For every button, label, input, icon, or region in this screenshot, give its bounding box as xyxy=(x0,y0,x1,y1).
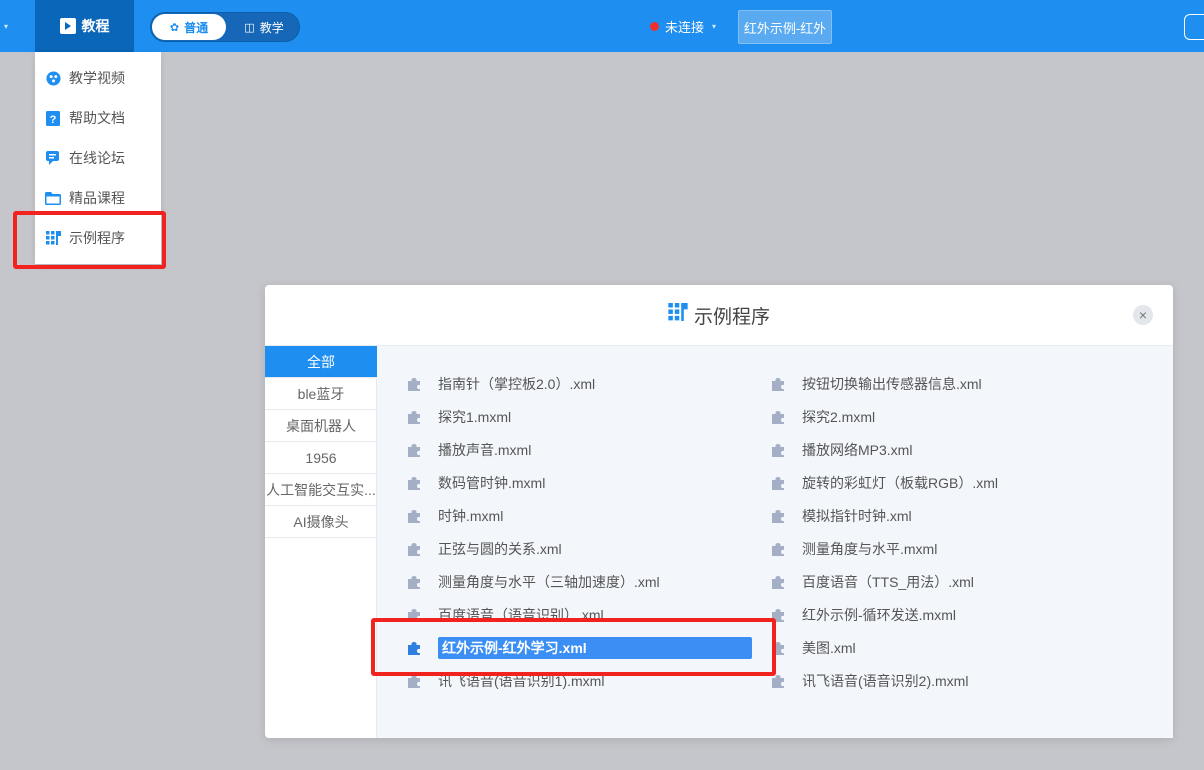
right-toolbar-button[interactable] xyxy=(1184,14,1204,40)
menu-item-label: 在线论坛 xyxy=(69,150,125,166)
file-item[interactable]: 测量角度与水平（三轴加速度）.xml xyxy=(407,571,660,593)
file-name: 按钮切换输出传感器信息.xml xyxy=(802,376,982,392)
category-1956[interactable]: 1956 xyxy=(265,442,377,474)
current-file-label: 红外示例-红外 xyxy=(743,20,827,36)
mode-normal-label: 普通 xyxy=(184,20,209,35)
file-name: 旋转的彩虹灯（板载RGB）.xml xyxy=(802,475,998,491)
dialog-header: 示例程序 xyxy=(265,285,1173,346)
file-name: 测量角度与水平（三轴加速度）.xml xyxy=(438,574,660,590)
left-menu-fragment[interactable]: ▾ xyxy=(0,18,8,32)
puzzle-icon xyxy=(771,575,785,589)
menu-item-label: 精品课程 xyxy=(69,190,125,206)
menu-item-label: 帮助文档 xyxy=(69,110,125,126)
file-item[interactable]: 旋转的彩虹灯（板载RGB）.xml xyxy=(771,472,998,494)
highlight-box-menu xyxy=(13,211,166,269)
connection-status[interactable]: 未连接 ▾ xyxy=(650,17,716,36)
file-item[interactable]: 播放声音.mxml xyxy=(407,439,531,461)
puzzle-icon xyxy=(771,542,785,556)
file-name: 测量角度与水平.mxml xyxy=(802,541,938,557)
category-ble[interactable]: ble蓝牙 xyxy=(265,378,377,410)
file-item[interactable]: 指南针（掌控板2.0）.xml xyxy=(407,373,595,395)
file-name: 指南针（掌控板2.0）.xml xyxy=(438,376,596,392)
file-name: 探究1.mxml xyxy=(438,409,512,425)
puzzle-icon xyxy=(407,509,421,523)
connection-label: 未连接 xyxy=(665,20,705,35)
puzzle-icon xyxy=(771,410,785,424)
file-item[interactable]: 正弦与圆的关系.xml xyxy=(407,538,562,560)
category-desktop-robot[interactable]: 桌面机器人 xyxy=(265,410,377,442)
menu-item-help-doc[interactable]: ? 帮助文档 xyxy=(35,98,161,138)
current-file-tab[interactable]: 红外示例-红外 xyxy=(738,10,832,44)
puzzle-icon xyxy=(407,377,421,391)
menu-item-video[interactable]: 教学视频 xyxy=(35,58,161,98)
category-ai-camera[interactable]: AI摄像头 xyxy=(265,506,377,538)
book-icon: ◫ xyxy=(244,21,255,34)
file-name: 模拟指针时钟.xml xyxy=(802,508,912,524)
puzzle-icon xyxy=(407,410,421,424)
folder-icon xyxy=(45,190,61,206)
puzzle-icon xyxy=(407,542,421,556)
file-name: 数码管时钟.mxml xyxy=(438,475,546,491)
category-list: 全部 ble蓝牙 桌面机器人 1956 人工智能交互实... AI摄像头 xyxy=(265,346,377,738)
mode-teach-label: 教学 xyxy=(259,20,284,35)
puzzle-icon xyxy=(407,575,421,589)
forum-icon xyxy=(45,150,61,166)
video-icon xyxy=(45,70,61,86)
help-doc-icon: ? xyxy=(45,110,61,126)
puzzle-icon xyxy=(771,443,785,457)
file-name: 探究2.mxml xyxy=(802,409,876,425)
file-name: 正弦与圆的关系.xml xyxy=(438,541,562,557)
chevron-down-icon: ▾ xyxy=(4,22,9,31)
file-item[interactable]: 模拟指针时钟.xml xyxy=(771,505,912,527)
dialog-title: 示例程序 xyxy=(693,306,770,328)
file-name: 讯飞语音(语音识别2).mxml xyxy=(802,673,969,689)
palette-icon: ✿ xyxy=(169,21,180,34)
file-name: 播放网络MP3.xml xyxy=(802,442,913,458)
puzzle-icon xyxy=(771,377,785,391)
tutorial-label: 教程 xyxy=(81,18,110,34)
file-item[interactable]: 美图.xml xyxy=(771,637,856,659)
file-name: 时钟.mxml xyxy=(438,508,504,524)
file-item[interactable]: 按钮切换输出传感器信息.xml xyxy=(771,373,982,395)
puzzle-icon xyxy=(407,674,421,688)
top-toolbar: ▾ 教程 ✿ 普通 ◫ 教学 未连接 ▾ 红外示例-红外 xyxy=(0,0,1204,52)
file-item[interactable]: 时钟.mxml xyxy=(407,505,503,527)
file-name: 播放声音.mxml xyxy=(438,442,532,458)
puzzle-icon xyxy=(771,674,785,688)
file-item[interactable]: 测量角度与水平.mxml xyxy=(771,538,937,560)
mode-teach-option[interactable]: ◫ 教学 xyxy=(229,14,299,40)
file-item[interactable]: 播放网络MP3.xml xyxy=(771,439,912,461)
chevron-down-icon: ▾ xyxy=(712,22,717,31)
file-item[interactable]: 红外示例-循环发送.mxml xyxy=(771,604,956,626)
category-all[interactable]: 全部 xyxy=(265,346,377,378)
file-item[interactable]: 数码管时钟.mxml xyxy=(407,472,545,494)
close-icon[interactable]: × xyxy=(1133,305,1153,325)
mode-toggle[interactable]: ✿ 普通 ◫ 教学 xyxy=(150,12,300,42)
status-dot-icon xyxy=(650,22,659,31)
book-play-icon xyxy=(59,18,76,34)
category-ai-interaction[interactable]: 人工智能交互实... xyxy=(265,474,377,506)
tutorial-button[interactable]: 教程 xyxy=(35,0,134,52)
file-item[interactable]: 百度语音（TTS_用法）.xml xyxy=(771,571,974,593)
sample-program-icon xyxy=(668,303,688,327)
file-name: 美图.xml xyxy=(802,640,856,656)
puzzle-icon xyxy=(771,476,785,490)
file-item[interactable]: 探究2.mxml xyxy=(771,406,875,428)
svg-text:?: ? xyxy=(50,114,57,126)
file-list: 指南针（掌控板2.0）.xml 探究1.mxml 播放声音.mxml 数码管时钟.mx… xyxy=(377,346,1173,738)
highlight-box-file xyxy=(371,618,776,676)
menu-item-forum[interactable]: 在线论坛 xyxy=(35,138,161,178)
puzzle-icon xyxy=(771,509,785,523)
menu-item-label: 教学视频 xyxy=(69,70,125,86)
file-item[interactable]: 讯飞语音(语音识别2).mxml xyxy=(771,670,968,692)
puzzle-icon xyxy=(407,476,421,490)
file-name: 百度语音（TTS_用法）.xml xyxy=(802,574,974,590)
mode-normal-option[interactable]: ✿ 普通 xyxy=(152,14,226,40)
file-name: 红外示例-循环发送.mxml xyxy=(802,607,956,623)
puzzle-icon xyxy=(407,443,421,457)
file-item[interactable]: 探究1.mxml xyxy=(407,406,511,428)
